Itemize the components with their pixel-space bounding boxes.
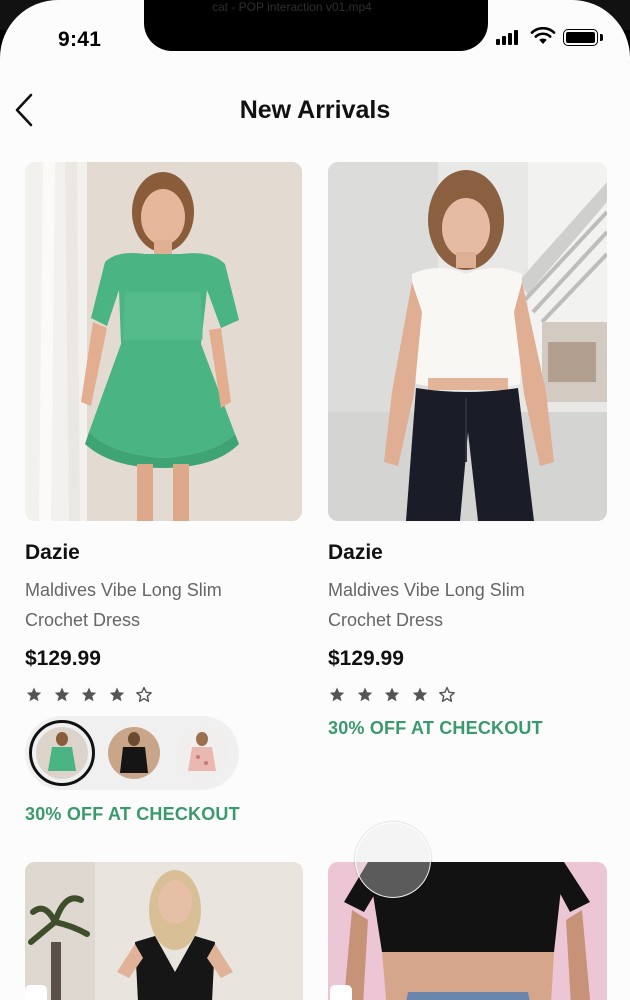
star-filled-icon: [54, 687, 70, 702]
signal-icon: [496, 30, 522, 45]
product-name-line2: Crochet Dress: [25, 610, 141, 630]
battery-icon: [563, 29, 603, 46]
product-price: $129.99: [25, 647, 101, 670]
product-name-line1: Maldives Vibe Long Slim: [25, 580, 222, 600]
swatch-black-dress[interactable]: [108, 727, 160, 779]
status-time: 9:41: [58, 28, 102, 51]
wifi-icon: [530, 27, 556, 44]
promo-text: 30% OFF AT CHECKOUT: [25, 804, 240, 824]
star-filled-icon: [384, 687, 400, 702]
product-name-line1: Maldives Vibe Long Slim: [328, 580, 525, 600]
star-filled-icon: [357, 687, 373, 702]
promo-text: 30% OFF AT CHECKOUT: [328, 718, 543, 738]
product-image-black-halter[interactable]: [25, 862, 303, 1000]
product-name[interactable]: Maldives Vibe Long Slim Crochet Dress: [328, 575, 598, 635]
product-image-green-dress[interactable]: [25, 162, 302, 521]
product-image-white-top[interactable]: [328, 162, 607, 521]
bag-icon: [25, 985, 47, 1000]
color-swatch-picker: [25, 716, 239, 790]
touch-indicator: [355, 822, 431, 898]
phone-screen: cat - POP interaction v01.mp4 9:41 New A…: [0, 0, 630, 1000]
rating-stars: [328, 686, 458, 704]
star-filled-icon: [26, 687, 42, 702]
phone-notch: cat - POP interaction v01.mp4: [144, 0, 488, 51]
video-title: cat - POP interaction v01.mp4: [212, 0, 372, 14]
product-brand: Dazie: [328, 541, 383, 564]
star-filled-icon: [109, 687, 125, 702]
product-price: $129.99: [328, 647, 404, 670]
product-name[interactable]: Maldives Vibe Long Slim Crochet Dress: [25, 575, 295, 635]
bag-icon: [330, 985, 352, 1000]
swatch-pink-floral-dress[interactable]: [176, 727, 228, 779]
product-brand: Dazie: [25, 541, 80, 564]
star-filled-icon: [81, 687, 97, 702]
star-filled-icon: [329, 687, 345, 702]
star-outline-icon: [439, 686, 455, 702]
star-outline-icon: [136, 686, 152, 702]
star-filled-icon: [412, 687, 428, 702]
rating-stars: [25, 686, 155, 704]
product-name-line2: Crochet Dress: [328, 610, 444, 630]
page-title: New Arrivals: [239, 96, 391, 124]
swatch-green-dress[interactable]: [36, 727, 88, 779]
